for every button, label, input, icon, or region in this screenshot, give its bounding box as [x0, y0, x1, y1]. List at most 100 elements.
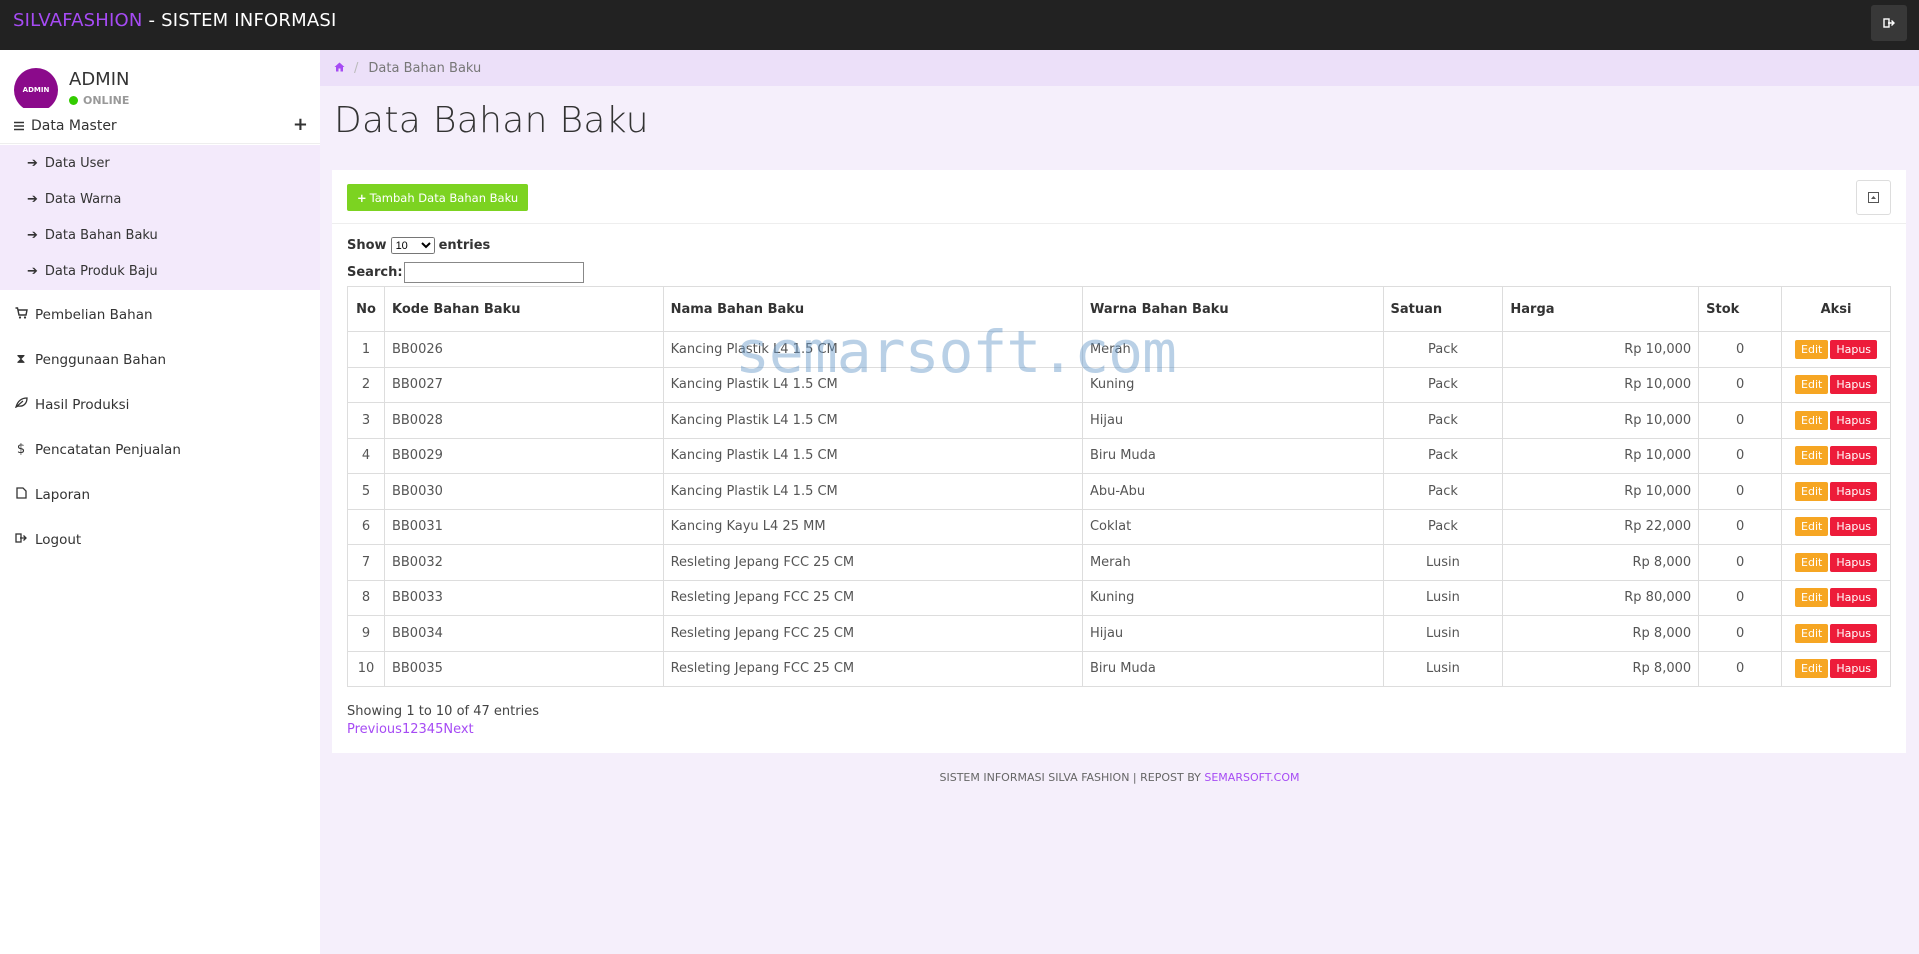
sidebar-item-label: Laporan	[35, 486, 91, 503]
brand-title[interactable]: SILVAFASHION - SISTEM INFORMASI	[13, 10, 336, 31]
cell-stok: 0	[1698, 473, 1783, 510]
delete-button[interactable]: Hapus	[1830, 517, 1878, 537]
cell-no: 4	[347, 437, 385, 474]
add-button-label: Tambah Data Bahan Baku	[369, 190, 519, 205]
top-logout-button[interactable]	[1871, 5, 1907, 41]
collapse-icon	[1868, 192, 1879, 203]
table-row: 4 BB0029 Kancing Plastik L4 1.5 CM Biru Mud…	[347, 437, 1891, 474]
cell-satuan: Pack	[1382, 331, 1504, 368]
table-row: 9 BB0034 Resleting Jepang FCC 25 CM Hijau Lu…	[347, 615, 1891, 652]
sidebar-item-penggunaan-bahan[interactable]: ⧗ Penggunaan Bahan	[0, 337, 320, 382]
sidebar-item-pencatatan-penjualan[interactable]: $ Pencatatan Penjualan	[0, 427, 320, 472]
column-header[interactable]: Nama Bahan Baku	[662, 286, 1083, 332]
cell-warna: Merah	[1081, 544, 1384, 581]
table-row: 8 BB0033 Resleting Jepang FCC 25 CM Kuning L…	[347, 579, 1891, 616]
sidebar-item-data-warna[interactable]: ➔ Data Warna	[0, 181, 320, 217]
delete-button[interactable]: Hapus	[1830, 552, 1878, 572]
sidebar-item-label: Logout	[35, 531, 82, 548]
sidebar-item-data-bahan-baku[interactable]: ➔ Data Bahan Baku	[0, 217, 320, 253]
sidebar-item-label: Penggunaan Bahan	[35, 351, 167, 368]
table-row: 7 BB0032 Resleting Jepang FCC 25 CM Merah Lu…	[347, 544, 1891, 581]
edit-button[interactable]: Edit	[1795, 375, 1829, 395]
sidebar-item-label: Pembelian Bahan	[35, 306, 153, 323]
cell-no: 1	[347, 331, 385, 368]
arrow-right-icon: ➔	[27, 263, 38, 279]
table-row: 2 BB0027 Kancing Plastik L4 1.5 CM Kuning Pa…	[347, 366, 1891, 403]
sidebar-item-data-produk-baju[interactable]: ➔ Data Produk Baju	[0, 253, 320, 289]
delete-button[interactable]: Hapus	[1830, 481, 1878, 501]
edit-button[interactable]: Edit	[1795, 552, 1829, 572]
arrow-right-icon: ➔	[27, 227, 38, 243]
sidebar-item-hasil-produksi[interactable]: Hasil Produksi	[0, 382, 320, 427]
cell-actions: Edit Hapus	[1781, 437, 1891, 474]
cell-stok: 0	[1698, 437, 1783, 474]
sidebar-item-logout[interactable]: Logout	[0, 517, 320, 562]
cell-harga: Rp 10,000	[1502, 366, 1700, 403]
leaf-icon	[13, 397, 29, 412]
delete-button[interactable]: Hapus	[1830, 623, 1878, 643]
edit-button[interactable]: Edit	[1795, 517, 1829, 537]
cell-no: 3	[347, 402, 385, 439]
search-control: Search:	[347, 262, 584, 283]
delete-button[interactable]: Hapus	[1830, 375, 1878, 395]
arrow-right-icon: ➔	[27, 191, 38, 207]
sidebar-item-pembelian-bahan[interactable]: Pembelian Bahan	[0, 292, 320, 337]
online-dot-icon	[69, 96, 78, 105]
plus-icon[interactable]: +	[293, 114, 308, 135]
pagination-page[interactable]: 3	[419, 722, 427, 737]
edit-button[interactable]: Edit	[1795, 481, 1829, 501]
cell-stok: 0	[1698, 331, 1783, 368]
sidebar-submenu: ➔ Data User ➔ Data Warna ➔ Data Bahan Baku …	[0, 145, 320, 290]
cell-kode: BB0033	[383, 579, 664, 616]
edit-button[interactable]: Edit	[1795, 339, 1829, 359]
pagination-page[interactable]: 2	[410, 722, 418, 737]
entries-label: entries	[438, 238, 491, 253]
delete-button[interactable]: Hapus	[1830, 588, 1878, 608]
delete-button[interactable]: Hapus	[1830, 659, 1878, 679]
column-header[interactable]: Stok	[1698, 286, 1783, 332]
pagination-previous[interactable]: Previous	[347, 722, 402, 737]
pagination-page[interactable]: 1	[402, 722, 410, 737]
home-icon[interactable]	[334, 61, 345, 76]
brand-rest: - SISTEM INFORMASI	[142, 10, 337, 31]
logout-icon	[13, 532, 29, 548]
delete-button[interactable]: Hapus	[1830, 410, 1878, 430]
page-length-select[interactable]: 10	[390, 237, 435, 254]
sidebar-group-data-master[interactable]: Data Master +	[0, 108, 320, 144]
avatar: ADMIN	[14, 68, 58, 112]
delete-button[interactable]: Hapus	[1830, 446, 1878, 466]
cell-satuan: Pack	[1382, 437, 1504, 474]
column-header[interactable]: Harga	[1502, 286, 1700, 332]
sidebar-item-label: Pencatatan Penjualan	[35, 441, 181, 458]
search-input[interactable]	[403, 262, 584, 283]
cell-stok: 0	[1698, 615, 1783, 652]
column-header[interactable]: Warna Bahan Baku	[1081, 286, 1384, 332]
delete-button[interactable]: Hapus	[1830, 339, 1878, 359]
column-header[interactable]: Kode Bahan Baku	[383, 286, 664, 332]
pagination-next[interactable]: Next	[443, 722, 473, 737]
cell-actions: Edit Hapus	[1781, 366, 1891, 403]
pagination: Previous12345Next	[347, 722, 474, 737]
cell-warna: Biru Muda	[1081, 437, 1384, 474]
footer-text: SISTEM INFORMASI SILVA FASHION | REPOST …	[939, 771, 1205, 784]
cell-stok: 0	[1698, 544, 1783, 581]
pagination-page[interactable]: 4	[427, 722, 435, 737]
edit-button[interactable]: Edit	[1795, 588, 1829, 608]
edit-button[interactable]: Edit	[1795, 659, 1829, 679]
column-header[interactable]: Satuan	[1382, 286, 1504, 332]
cell-satuan: Lusin	[1382, 615, 1504, 652]
edit-button[interactable]: Edit	[1795, 623, 1829, 643]
cell-warna: Merah	[1081, 331, 1384, 368]
cell-satuan: Pack	[1382, 402, 1504, 439]
footer-link[interactable]: SEMARSOFT.COM	[1204, 771, 1299, 784]
cell-harga: Rp 10,000	[1502, 331, 1700, 368]
add-bahan-baku-button[interactable]: + Tambah Data Bahan Baku	[347, 184, 529, 211]
sidebar-item-label: Data User	[44, 155, 110, 171]
sidebar-item-data-user[interactable]: ➔ Data User	[0, 145, 320, 181]
column-header[interactable]: No	[347, 286, 385, 332]
collapse-panel-button[interactable]	[1856, 180, 1891, 215]
edit-button[interactable]: Edit	[1795, 446, 1829, 466]
sidebar-item-laporan[interactable]: Laporan	[0, 472, 320, 517]
edit-button[interactable]: Edit	[1795, 410, 1829, 430]
cell-nama: Kancing Plastik L4 1.5 CM	[662, 437, 1083, 474]
